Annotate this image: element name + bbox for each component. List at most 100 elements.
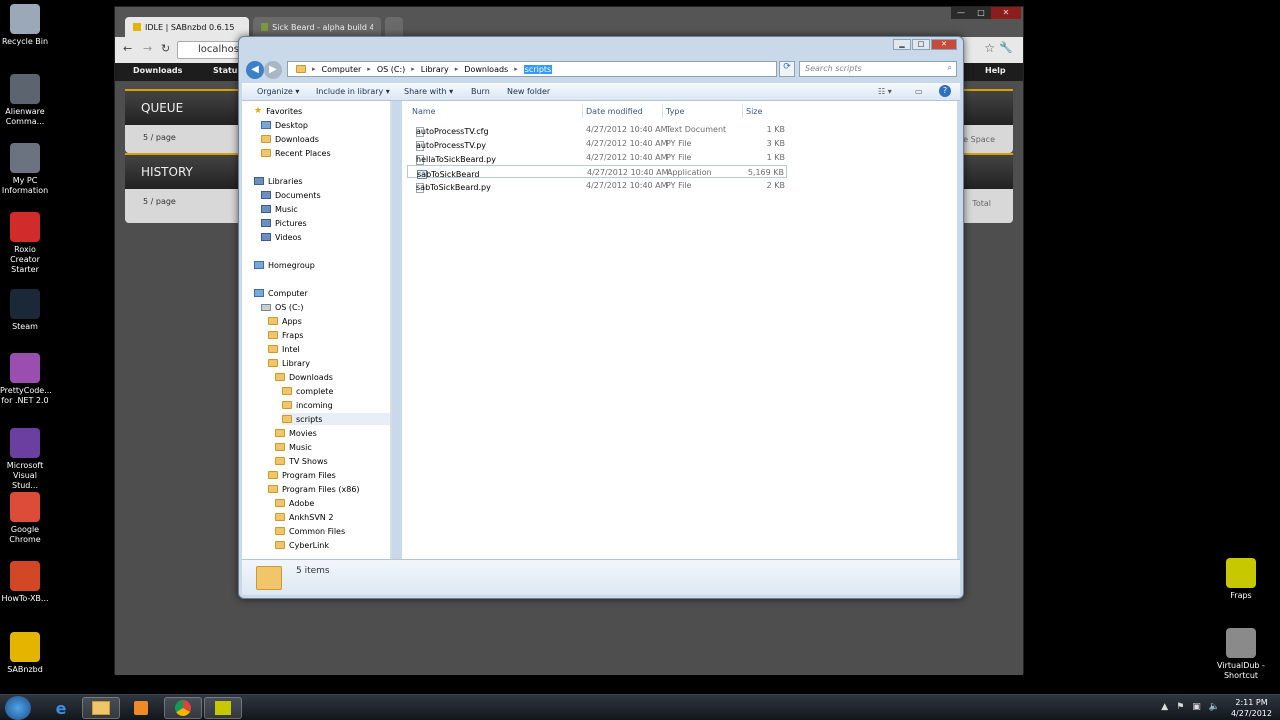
back-icon[interactable]: ← bbox=[123, 42, 132, 55]
reload-icon[interactable]: ↻ bbox=[161, 42, 170, 55]
nav-downloads[interactable]: Downloads bbox=[133, 66, 182, 75]
desktop-shortcut[interactable]: SABnzbd bbox=[0, 632, 50, 675]
breadcrumb-chevron-icon[interactable]: ▸ bbox=[455, 65, 459, 73]
tree-item[interactable]: Intel bbox=[268, 343, 300, 355]
burn-button[interactable]: Burn bbox=[471, 87, 490, 96]
tree-item[interactable]: Fraps bbox=[268, 329, 303, 341]
nav-help[interactable]: Help bbox=[985, 66, 1006, 75]
show-hidden-icons-icon[interactable]: ▲ bbox=[1161, 702, 1168, 712]
tree-item[interactable]: Common Files bbox=[275, 525, 345, 537]
clock[interactable]: 2:11 PM 4/27/2012 bbox=[1231, 697, 1272, 719]
breadcrumb-chevron-icon[interactable]: ▸ bbox=[367, 65, 371, 73]
include-in-library-menu[interactable]: Include in library ▾ bbox=[316, 87, 390, 96]
tree-item[interactable]: Recent Places bbox=[261, 147, 331, 159]
breadcrumb-item[interactable]: Computer bbox=[322, 65, 362, 74]
breadcrumb-chevron-icon[interactable]: ▸ bbox=[411, 65, 415, 73]
tree-item[interactable]: Movies bbox=[275, 427, 317, 439]
tree-item[interactable]: Pictures bbox=[261, 217, 307, 229]
tab-sabnzbd[interactable]: IDLE | SABnzbd 0.6.15 bbox=[125, 17, 249, 37]
breadcrumb-item[interactable]: scripts bbox=[523, 64, 553, 74]
desktop-shortcut[interactable]: HowTo-XB... bbox=[0, 561, 50, 604]
start-button[interactable] bbox=[5, 696, 31, 720]
desktop-shortcut[interactable]: Roxio Creator Starter bbox=[0, 212, 50, 275]
tree-item[interactable]: complete bbox=[282, 385, 333, 397]
bookmark-star-icon[interactable]: ☆ bbox=[984, 41, 995, 55]
tree-item[interactable]: scripts bbox=[282, 413, 391, 425]
tree-item[interactable]: Program Files bbox=[268, 469, 336, 481]
maximize-button[interactable]: □ bbox=[912, 39, 930, 50]
nav-scrollbar[interactable] bbox=[390, 101, 391, 559]
desktop-shortcut[interactable]: VirtualDub - Shortcut bbox=[1216, 628, 1266, 681]
breadcrumb-item[interactable]: Downloads bbox=[464, 65, 508, 74]
breadcrumb-chevron-icon[interactable]: ▸ bbox=[514, 65, 518, 73]
file-row[interactable]: sabToSickBeard 4/27/2012 10:40 AM Applicat… bbox=[407, 165, 787, 179]
system-tray[interactable]: ▲ ⚑ ▣ 🔈 bbox=[1161, 702, 1220, 712]
tree-item[interactable]: Apps bbox=[268, 315, 302, 327]
tree-item[interactable]: TV Shows bbox=[275, 455, 328, 467]
chrome-icon[interactable] bbox=[164, 697, 202, 719]
file-row[interactable]: autoProcessTV.py 4/27/2012 10:40 AM PY Fil… bbox=[407, 137, 787, 151]
desktop-shortcut[interactable]: Google Chrome bbox=[0, 492, 50, 545]
tree-item[interactable]: Homegroup bbox=[254, 259, 315, 271]
tree-item[interactable]: Program Files (x86) bbox=[268, 483, 360, 495]
tree-item[interactable]: Downloads bbox=[275, 371, 333, 383]
tree-item[interactable]: AnkhSVN 2 bbox=[275, 511, 333, 523]
back-button[interactable]: ◀ bbox=[246, 61, 264, 79]
tree-item[interactable]: Library bbox=[268, 357, 310, 369]
desktop-shortcut[interactable]: Steam bbox=[0, 289, 50, 332]
breadcrumb-chevron-icon[interactable]: ▸ bbox=[312, 65, 316, 73]
column-size[interactable]: Size bbox=[746, 107, 762, 116]
explorer-address-bar[interactable]: ▸ Computer ▸ OS (C:) ▸ Library ▸ Downloads ▸ scri… bbox=[287, 61, 777, 77]
refresh-icon[interactable]: ⟳ bbox=[779, 61, 795, 77]
volume-icon[interactable]: 🔈 bbox=[1209, 702, 1220, 712]
media-player-icon[interactable] bbox=[122, 697, 160, 719]
organize-menu[interactable]: Organize ▾ bbox=[257, 87, 299, 96]
queue-per-page[interactable]: 5 / page bbox=[143, 133, 176, 142]
view-options-icon[interactable]: ☷ ▾ bbox=[878, 87, 892, 96]
tree-item[interactable]: incoming bbox=[282, 399, 333, 411]
preview-pane-icon[interactable]: ▭ bbox=[915, 87, 923, 96]
forward-icon[interactable]: → bbox=[143, 42, 152, 55]
new-folder-button[interactable]: New folder bbox=[507, 87, 550, 96]
history-per-page[interactable]: 5 / page bbox=[143, 197, 176, 206]
desktop-shortcut[interactable]: My PC Information bbox=[0, 143, 50, 196]
fraps-icon[interactable] bbox=[204, 697, 242, 719]
wrench-icon[interactable]: 🔧 bbox=[999, 41, 1013, 54]
file-row[interactable]: sabToSickBeard.py 4/27/2012 10:40 AM PY Fi… bbox=[407, 179, 787, 193]
desktop-shortcut[interactable]: Microsoft Visual Stud... bbox=[0, 428, 50, 491]
tree-item[interactable]: Videos bbox=[261, 231, 302, 243]
minimize-button[interactable]: ▁ bbox=[893, 39, 911, 50]
tree-item[interactable]: Adobe bbox=[275, 497, 314, 509]
column-date-modified[interactable]: Date modified bbox=[586, 107, 643, 116]
tree-item[interactable]: CyberLink bbox=[275, 539, 329, 551]
explorer-folder-icon[interactable] bbox=[82, 697, 120, 719]
close-button[interactable]: ✕ bbox=[931, 39, 957, 50]
share-with-menu[interactable]: Share with ▾ bbox=[404, 87, 453, 96]
help-icon[interactable]: ? bbox=[939, 85, 951, 97]
close-button[interactable]: ✕ bbox=[991, 7, 1021, 19]
tree-item[interactable]: Music bbox=[275, 441, 312, 453]
new-tab-button[interactable] bbox=[385, 17, 403, 37]
tree-item[interactable]: Documents bbox=[261, 189, 321, 201]
desktop-shortcut[interactable]: Recycle Bin bbox=[0, 4, 50, 47]
network-icon[interactable]: ▣ bbox=[1192, 702, 1201, 712]
flag-icon[interactable]: ⚑ bbox=[1176, 702, 1184, 712]
forward-button[interactable]: ▶ bbox=[264, 61, 282, 79]
desktop-shortcut[interactable]: Fraps bbox=[1216, 558, 1266, 601]
breadcrumb-item[interactable]: OS (C:) bbox=[377, 65, 405, 74]
tree-item[interactable]: Computer bbox=[254, 287, 308, 299]
maximize-button[interactable]: □ bbox=[971, 7, 991, 19]
tree-item[interactable]: OS (C:) bbox=[261, 301, 303, 313]
tree-item[interactable]: Libraries bbox=[254, 175, 303, 187]
file-row[interactable]: hellaToSickBeard.py 4/27/2012 10:40 AM PY … bbox=[407, 151, 787, 165]
breadcrumb-item[interactable]: Library bbox=[421, 65, 449, 74]
tab-sickbeard[interactable]: Sick Beard - alpha build 494 bbox=[253, 17, 381, 37]
file-row[interactable]: autoProcessTV.cfg 4/27/2012 10:40 AM Text … bbox=[407, 123, 787, 137]
desktop-shortcut[interactable]: Alienware Comma... bbox=[0, 74, 50, 127]
tree-item[interactable]: Downloads bbox=[261, 133, 319, 145]
ie-icon[interactable]: e bbox=[42, 697, 80, 719]
desktop-shortcut[interactable]: PrettyCode... for .NET 2.0 bbox=[0, 353, 52, 406]
tree-item[interactable]: Desktop bbox=[261, 119, 308, 131]
column-type[interactable]: Type bbox=[666, 107, 684, 116]
column-name[interactable]: Name bbox=[412, 107, 436, 116]
